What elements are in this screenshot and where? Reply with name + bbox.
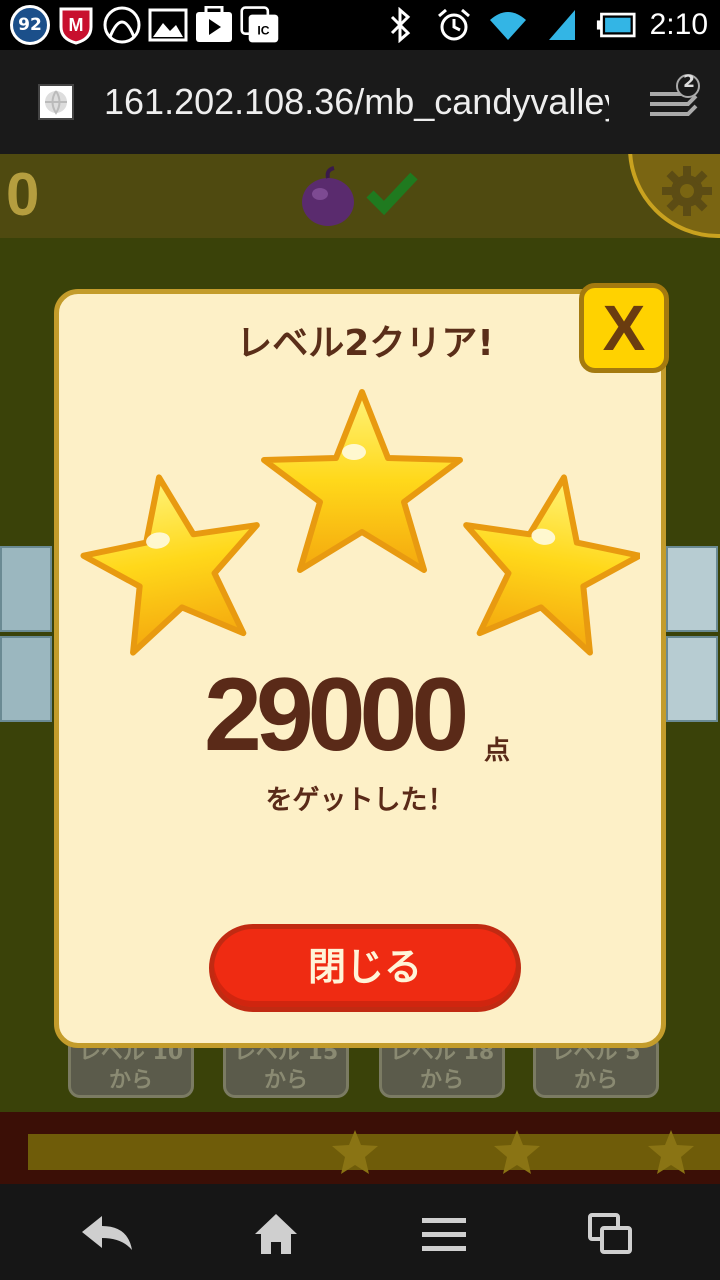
star-icon xyxy=(80,474,260,656)
tab-count-badge: 2 xyxy=(683,72,695,92)
svg-text:IC: IC xyxy=(257,24,269,38)
check-icon xyxy=(366,170,418,216)
battery-icon xyxy=(596,5,636,45)
status-bar: 92 M IC 2:10 xyxy=(0,0,720,50)
gear-icon xyxy=(660,164,714,218)
back-icon xyxy=(82,1216,132,1250)
score-message: をゲットした！ xyxy=(265,785,455,816)
earned-score: 29000 xyxy=(204,657,469,773)
score-progress-area xyxy=(0,1112,720,1184)
alarm-icon xyxy=(434,5,474,45)
recent-apps-icon xyxy=(588,1213,632,1254)
level-start-suffix: から xyxy=(108,1068,153,1093)
dialog-close-x-button[interactable]: X xyxy=(579,283,669,373)
star-icon xyxy=(463,474,640,656)
progress-star-icon xyxy=(330,1128,380,1180)
star-icon xyxy=(261,389,463,573)
progress-star-icon xyxy=(646,1128,696,1180)
globe-icon xyxy=(38,84,74,120)
home-button[interactable] xyxy=(246,1204,306,1264)
browser-url-bar: 161.202.108.36/mb_candyvalley 2 xyxy=(0,50,720,154)
game-header: 0 xyxy=(0,154,720,238)
navigation-bar xyxy=(0,1184,720,1280)
gallery-icon xyxy=(148,5,188,45)
svg-text:M: M xyxy=(69,15,84,35)
back-button[interactable] xyxy=(78,1204,138,1264)
progress-star-icon xyxy=(492,1128,542,1180)
settings-button[interactable] xyxy=(628,154,720,238)
close-button[interactable]: 閉じる xyxy=(209,924,521,1012)
menu-icon xyxy=(422,1218,466,1251)
arc-icon xyxy=(102,5,142,45)
bluetooth-icon xyxy=(380,5,420,45)
level-start-suffix: から xyxy=(263,1068,308,1093)
menu-button[interactable] xyxy=(414,1204,474,1264)
recent-apps-button[interactable] xyxy=(580,1204,640,1264)
tabs-button[interactable]: 2 xyxy=(646,72,702,130)
level-start-suffix: から xyxy=(419,1068,464,1093)
level-start-suffix: から xyxy=(573,1068,618,1093)
mcafee-icon: M xyxy=(56,5,96,45)
wifi-icon xyxy=(488,5,528,45)
score-unit: 点 xyxy=(484,736,511,766)
plum-goal-icon xyxy=(298,166,358,228)
home-icon xyxy=(255,1214,297,1254)
play-store-icon xyxy=(194,5,234,45)
score-display: 0 xyxy=(6,161,40,228)
clock: 2:10 xyxy=(649,8,708,41)
signal-icon xyxy=(542,5,582,45)
board-tile xyxy=(0,546,52,632)
board-tile xyxy=(0,636,52,722)
stars-earned xyxy=(80,389,640,656)
ic-card-icon: IC xyxy=(240,5,280,45)
board-tile xyxy=(666,546,718,632)
url-field[interactable]: 161.202.108.36/mb_candyvalley xyxy=(104,76,609,128)
notification-count-badge: 92 xyxy=(10,5,50,45)
board-tile xyxy=(666,636,718,722)
